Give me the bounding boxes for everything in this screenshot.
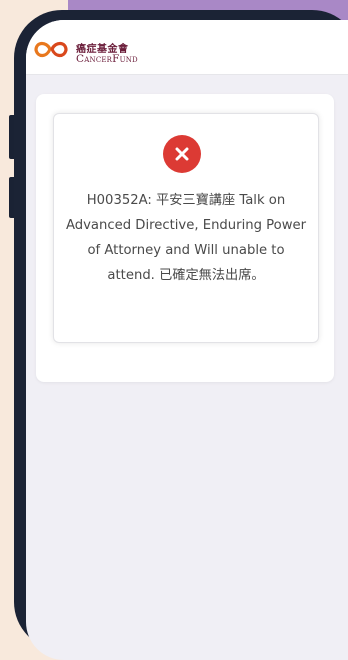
error-status-badge <box>163 135 201 173</box>
cancerfund-logo-icon[interactable] <box>34 39 68 61</box>
error-dialog: H00352A: 平安三寶講座 Talk on Advanced Directi… <box>53 113 319 343</box>
phone-screen: 癌症基金會 CancerFund H00352A: 平安三寶講座 Talk on… <box>26 20 348 660</box>
result-panel: H00352A: 平安三寶講座 Talk on Advanced Directi… <box>36 94 334 382</box>
error-message: H00352A: 平安三寶講座 Talk on Advanced Directi… <box>65 193 307 283</box>
close-icon <box>175 147 189 161</box>
brand-name-english: CancerFund <box>76 53 138 65</box>
app-header: 癌症基金會 CancerFund <box>26 20 348 75</box>
